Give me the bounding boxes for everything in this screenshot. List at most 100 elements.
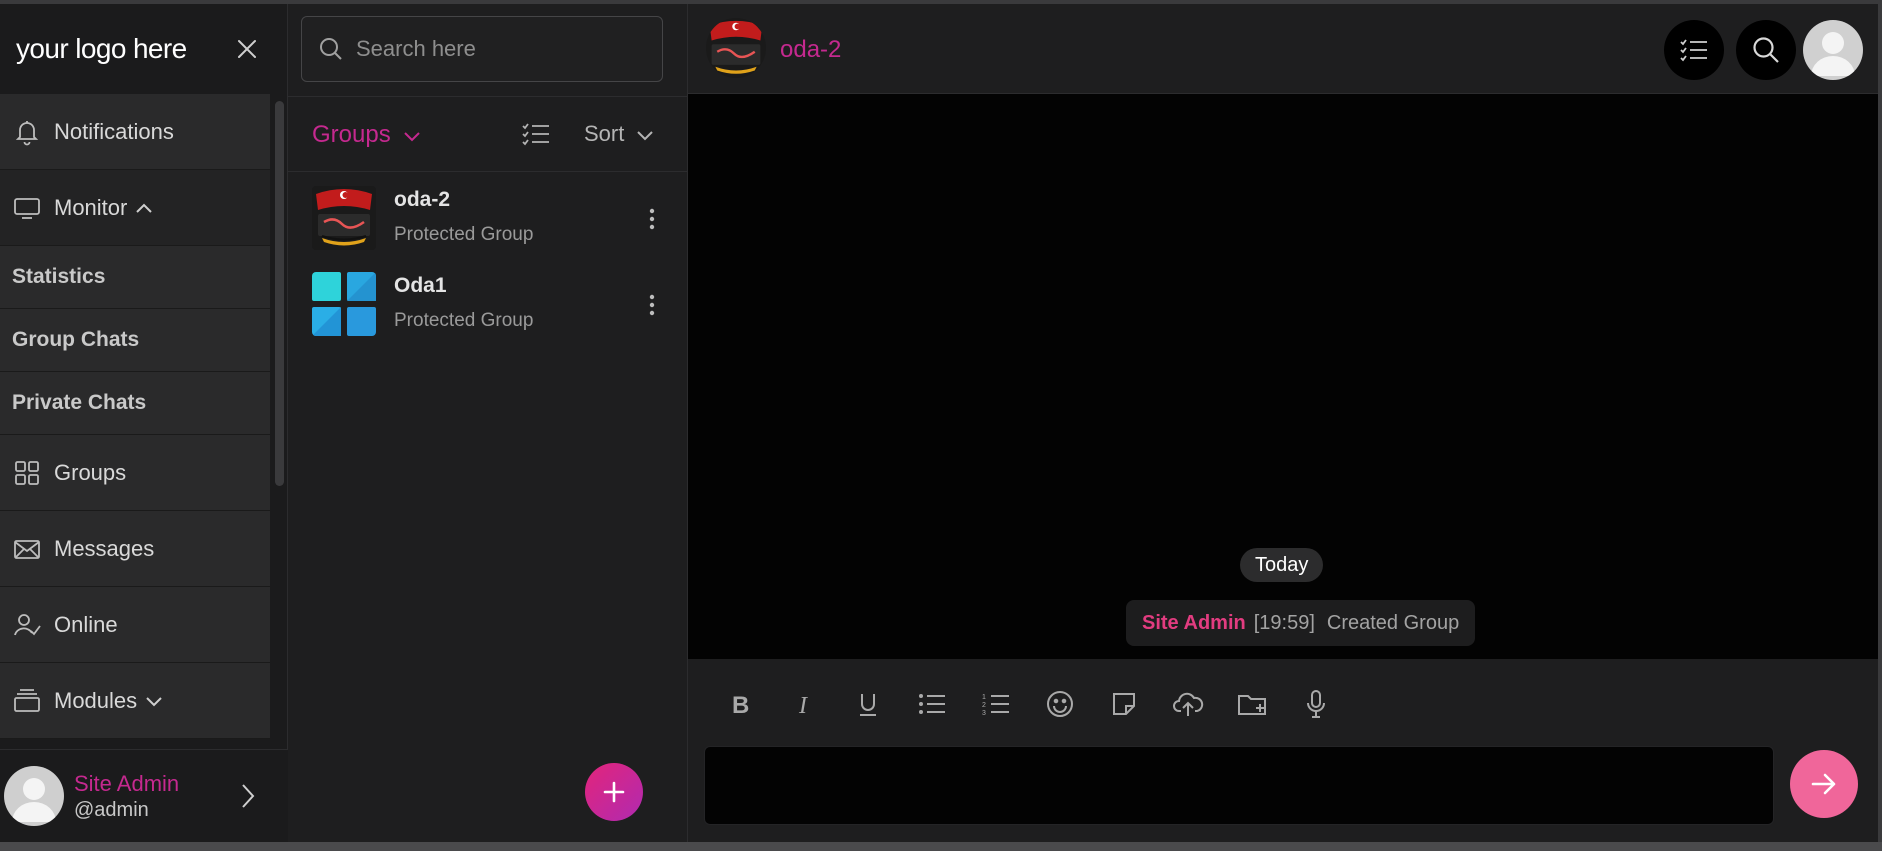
sidebar-item-statistics[interactable]: Statistics [0, 246, 270, 309]
italic-button[interactable]: I [772, 680, 836, 728]
monitor-icon [12, 193, 42, 223]
groups-title: Groups [312, 121, 391, 148]
group-avatar-oda1 [312, 272, 376, 336]
logo-bar: your logo here [0, 4, 287, 94]
numbered-list-icon: 123 [982, 694, 1009, 716]
groups-header: Groups Sort [288, 96, 687, 172]
sidebar-item-private-chats[interactable]: Private Chats [0, 372, 270, 435]
plus-icon [603, 781, 625, 803]
sidebar-item-label: Monitor [54, 194, 128, 220]
sidebar-scrollbar[interactable] [275, 101, 284, 486]
chevron-down-icon [145, 695, 163, 707]
sidebar-item-groups[interactable]: Groups [0, 435, 270, 511]
bold-icon: B [732, 692, 749, 717]
svg-text:B: B [732, 692, 749, 717]
sidebar-item-label: Group Chats [12, 328, 140, 351]
search-box[interactable] [301, 16, 663, 82]
profile-avatar-button[interactable] [1803, 20, 1863, 80]
avatar [4, 766, 64, 826]
sidebar-item-group-chats[interactable]: Group Chats [0, 309, 270, 372]
bullet-list-icon [919, 694, 945, 714]
chevron-up-icon [135, 202, 153, 214]
underline-button[interactable] [836, 680, 900, 728]
emoji-button[interactable] [1028, 680, 1092, 728]
voice-record-button[interactable] [1284, 680, 1348, 728]
composer-toolbar: B I 123 [688, 664, 1878, 744]
checklist-icon [1680, 39, 1707, 62]
sidebar-item-label: Online [54, 611, 118, 637]
chat-header: oda-2 [688, 4, 1878, 94]
user-check-icon [12, 610, 42, 640]
search-input[interactable] [356, 36, 646, 62]
envelope-icon [12, 534, 42, 564]
close-icon [238, 40, 256, 58]
bold-button[interactable]: B [708, 680, 772, 728]
group-name: Oda1 [394, 274, 447, 297]
sidebar-item-notifications[interactable]: Notifications [0, 94, 270, 170]
current-user[interactable]: Site Admin @admin [0, 749, 288, 842]
message-composer[interactable] [704, 746, 1774, 825]
chat-avatar[interactable] [706, 18, 766, 78]
layers-icon [12, 686, 42, 716]
sticker-button[interactable] [1092, 680, 1156, 728]
list-item-group-oda-2[interactable]: oda-2 Protected Group [288, 174, 687, 260]
sort-dropdown[interactable]: Sort [584, 121, 654, 147]
bell-icon [12, 117, 42, 147]
sidebar-item-messages[interactable]: Messages [0, 511, 270, 587]
sidebar-item-label: Messages [54, 535, 155, 561]
group-type: Protected Group [394, 310, 534, 331]
svg-text:3: 3 [982, 710, 986, 716]
list-item-group-oda1[interactable]: Oda1 Protected Group [288, 260, 687, 346]
kebab-menu-icon[interactable] [640, 290, 664, 320]
numbered-list-button[interactable]: 123 [964, 680, 1028, 728]
add-group-button[interactable] [585, 763, 643, 821]
cloud-upload-icon [1173, 692, 1204, 716]
checklist-icon[interactable] [520, 119, 552, 154]
svg-text:1: 1 [982, 694, 986, 701]
message-author[interactable]: Site Admin [1142, 612, 1246, 635]
logo: your logo here [16, 33, 187, 64]
send-button[interactable] [1790, 750, 1858, 818]
sidebar-item-monitor[interactable]: Monitor [0, 170, 270, 246]
chat-search-button[interactable] [1736, 20, 1796, 80]
sidebar-nav: Notifications Monitor Statistics Group C… [0, 94, 270, 749]
tasks-button[interactable] [1664, 20, 1724, 80]
sidebar-item-label: Notifications [54, 118, 174, 144]
sort-label: Sort [584, 121, 625, 146]
folder-add-icon [1238, 695, 1266, 715]
svg-text:I: I [798, 693, 808, 717]
sticky-note-icon [1113, 693, 1135, 715]
message-text: Created Group [1326, 611, 1460, 634]
chevron-right-icon[interactable] [240, 782, 256, 815]
underline-icon [860, 694, 876, 716]
sidebar-item-online[interactable]: Online [0, 587, 270, 663]
message-input[interactable] [705, 747, 1773, 824]
message-area[interactable]: Today Site Admin [19:59] Created Group [688, 94, 1878, 659]
italic-icon: I [798, 693, 808, 717]
microphone-icon [1307, 690, 1325, 718]
sidebar-item-label: Statistics [12, 265, 106, 288]
kebab-menu-icon[interactable] [640, 204, 664, 234]
svg-text:2: 2 [982, 702, 986, 709]
grid-icon [12, 458, 42, 488]
background-strip [0, 842, 1882, 851]
bullet-list-button[interactable] [900, 680, 964, 728]
close-sidebar-button[interactable] [232, 34, 262, 64]
sidebar-item-label: Groups [54, 459, 127, 485]
groups-panel: Groups Sort [288, 4, 688, 842]
attach-folder-button[interactable] [1220, 680, 1284, 728]
groups-filter-dropdown[interactable]: Groups [312, 121, 421, 149]
sidebar-item-modules[interactable]: Modules [0, 663, 270, 739]
group-name: oda-2 [394, 188, 451, 211]
search-icon [320, 38, 342, 60]
upload-button[interactable] [1156, 680, 1220, 728]
group-avatar-oda-2 [312, 186, 376, 250]
user-handle: @admin [74, 798, 149, 821]
emoji-icon [1047, 691, 1073, 717]
chat-title[interactable]: oda-2 [780, 36, 841, 64]
system-message: Site Admin [19:59] Created Group [1126, 600, 1476, 646]
sidebar-item-label: Modules [54, 687, 138, 713]
arrow-right-icon [1811, 773, 1836, 795]
user-name: Site Admin [74, 770, 180, 796]
message-time: [19:59] [1253, 611, 1315, 634]
